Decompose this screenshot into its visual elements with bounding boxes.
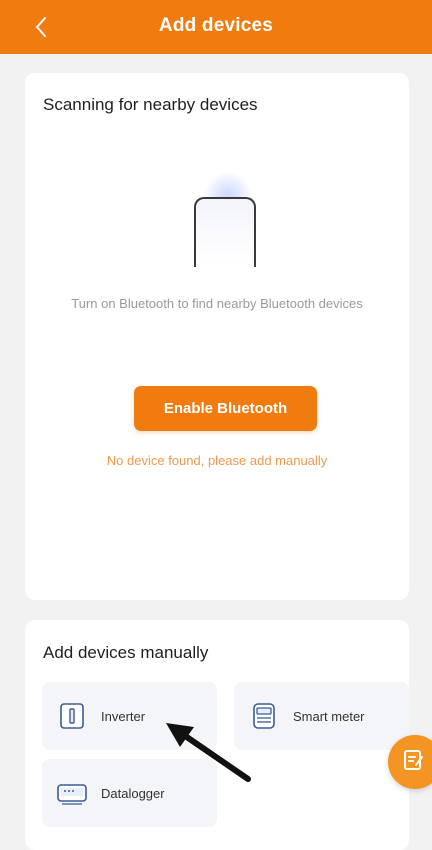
scan-section-title: Scanning for nearby devices (43, 95, 258, 114)
inverter-icon (55, 699, 89, 733)
datalogger-icon (55, 776, 89, 810)
bluetooth-hint-text: Turn on Bluetooth to find nearby Bluetoo… (71, 296, 363, 311)
phone-scan-icon (191, 173, 261, 267)
app-header: Add devices (0, 0, 432, 54)
scan-card: Scanning for nearby devices Turn on Blue… (25, 73, 409, 600)
device-label: Smart meter (293, 708, 365, 724)
enable-bluetooth-button[interactable]: Enable Bluetooth (134, 386, 317, 431)
device-tile-smart-meter[interactable]: Smart meter (234, 682, 409, 750)
arrow-pointer-icon (166, 723, 251, 782)
manual-section-title: Add devices manually (43, 643, 209, 662)
device-label: Inverter (101, 708, 146, 724)
no-device-text: No device found, please add manually (106, 453, 328, 468)
page-title: Add devices (158, 15, 274, 36)
edit-note-icon (402, 748, 426, 777)
device-label: Datalogger (101, 785, 165, 801)
